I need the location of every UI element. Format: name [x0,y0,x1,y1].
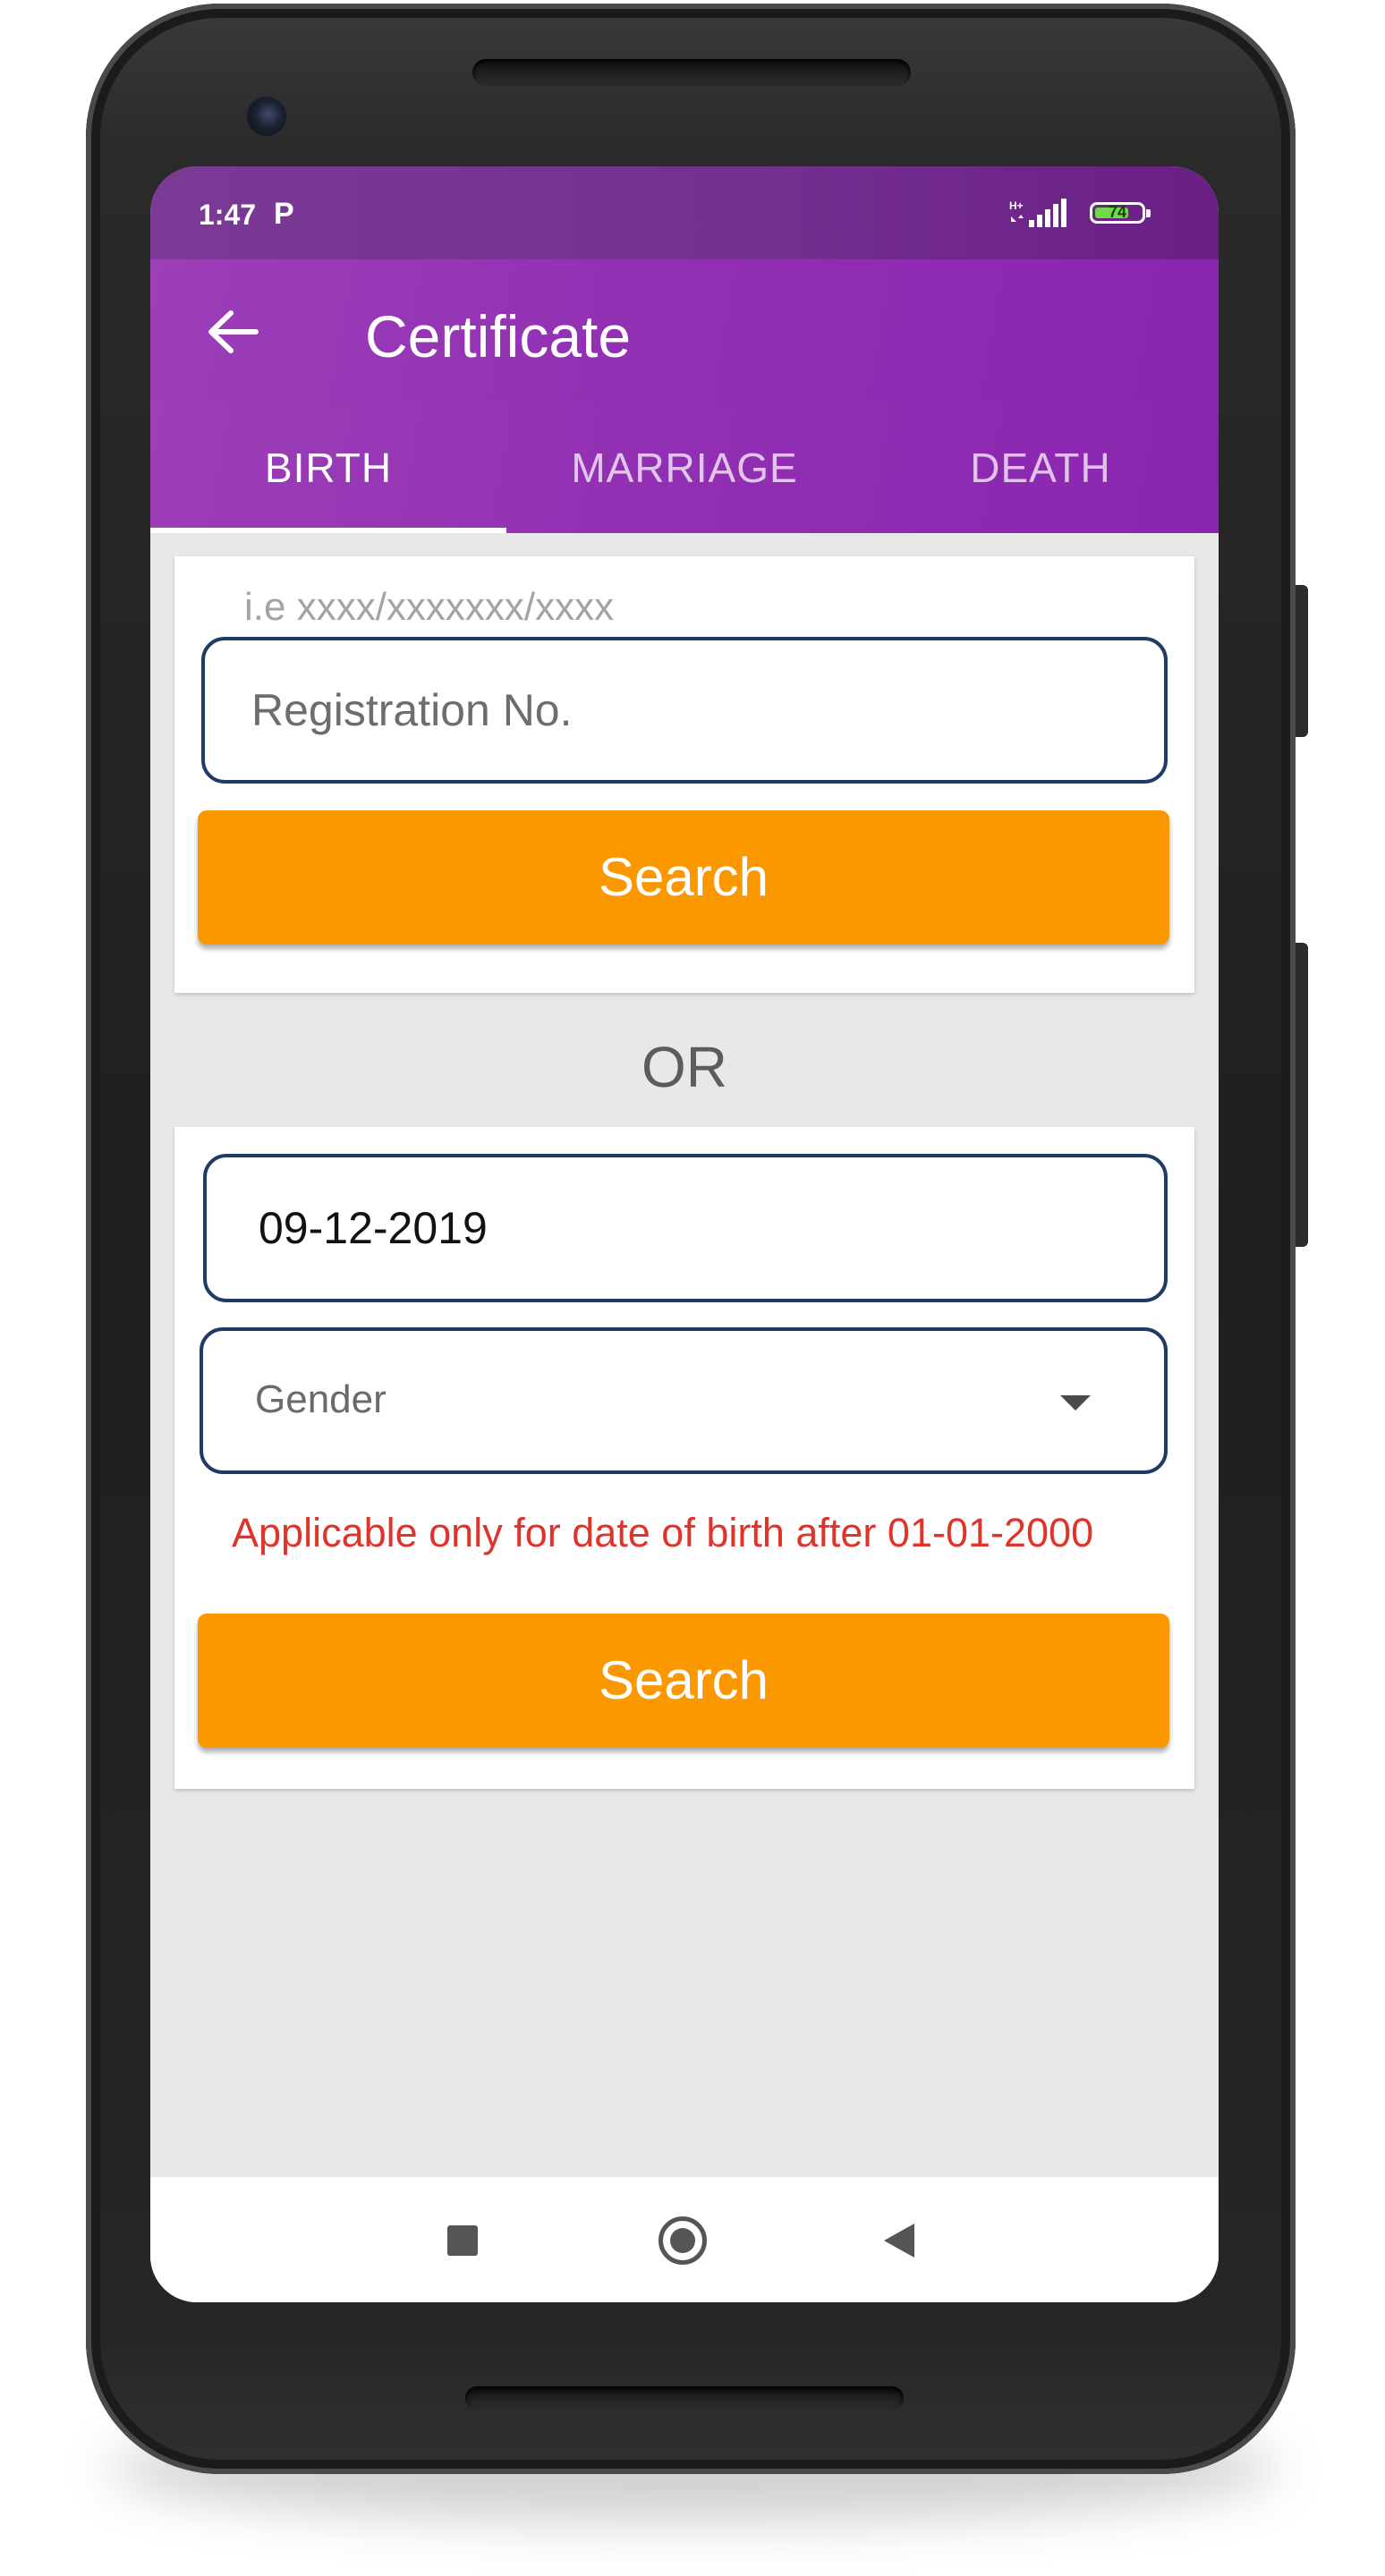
or-separator: OR [642,1035,727,1099]
app-bar: Certificate [150,259,1219,402]
tab-bar: BIRTH MARRIAGE DEATH [150,402,1219,533]
tab-death[interactable]: DEATH [862,402,1219,533]
volume-button [1296,943,1308,1247]
gender-select[interactable]: Gender [200,1327,1168,1474]
top-speaker [472,59,911,86]
front-camera [247,97,286,136]
arrow-left-icon[interactable] [206,309,259,354]
registration-hint: i.e xxxx/xxxxxxx/xxxx [244,585,615,629]
status-time: 1:47 [199,199,257,231]
tab-marriage[interactable]: MARRIAGE [506,402,862,533]
registration-field [201,637,1168,784]
svg-text:H+: H+ [1009,199,1024,212]
registration-search-button[interactable]: Search [198,810,1169,945]
caret-down-icon [1060,1395,1091,1411]
battery-level: 74 [1108,203,1127,221]
date-input[interactable] [207,1157,1164,1299]
registration-card: i.e xxxx/xxxxxxx/xxxx Search [174,556,1194,993]
home-dot [670,2228,695,2253]
date-field [203,1154,1168,1302]
square-icon[interactable] [447,2225,478,2256]
date-search-card: Gender Applicable only for date of birth… [174,1127,1194,1789]
tab-indicator [150,528,506,533]
status-bar: 1:47 P H+ 74 [150,166,1219,259]
battery-icon: 74 [1090,202,1151,224]
screen: 1:47 P H+ 74 Certificate BIRTH MARRIAGE … [150,166,1219,2302]
signal-icon: H+ [1009,199,1066,227]
triangle-back-icon[interactable] [884,2224,914,2258]
gender-select-label: Gender [255,1377,387,1421]
date-warning-text: Applicable only for date of birth after … [232,1510,1094,1555]
circle-icon[interactable] [659,2216,707,2265]
tab-birth[interactable]: BIRTH [150,402,506,533]
system-nav-bar [150,2177,1219,2302]
notification-p-icon: P [274,197,294,231]
bottom-speaker [465,2386,904,2410]
battery-nub [1146,209,1151,217]
page-title: Certificate [365,303,632,369]
date-search-button[interactable]: Search [198,1614,1169,1748]
power-button [1296,585,1308,737]
registration-input[interactable] [205,640,1164,780]
